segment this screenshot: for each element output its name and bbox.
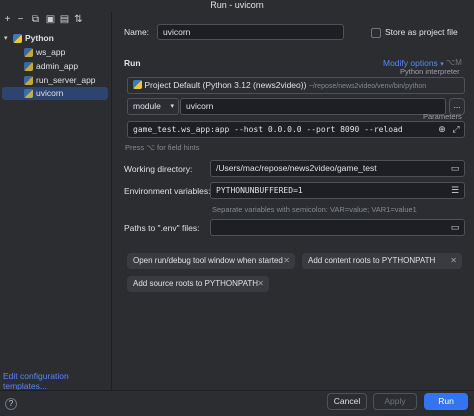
apply-button[interactable]: Apply [373, 393, 417, 410]
option-chip-source-roots[interactable]: Add source roots to PYTHONPATH ✕ [127, 276, 269, 292]
field-hints: Press ⌥ for field hints [125, 143, 200, 152]
env-input[interactable]: PYTHONUNBUFFERED=1 [210, 182, 465, 199]
interpreter-path: ~/repose/news2video/venv/bin/python [308, 83, 427, 90]
tree-item-label: ws_app [36, 47, 66, 57]
close-icon[interactable]: ✕ [450, 253, 457, 269]
chip-label: Open run/debug tool window when started [133, 256, 283, 265]
env-hint: Separate variables with semicolon: VAR=v… [212, 205, 417, 214]
save-config-icon[interactable]: ▣ [45, 14, 56, 25]
name-label: Name: [124, 27, 150, 37]
folder-icon[interactable]: ▭ [449, 162, 461, 174]
remove-icon[interactable]: − [15, 14, 26, 25]
chip-label: Add source roots to PYTHONPATH [133, 279, 259, 288]
store-as-project-checkbox[interactable] [371, 28, 381, 38]
python-run-icon [24, 89, 33, 98]
expand-icon[interactable]: ⤢ [450, 123, 462, 135]
dotenv-input[interactable] [210, 219, 465, 236]
python-icon [13, 34, 22, 43]
sidebar: + − ⧉ ▣ ▤ ⇅ ▾ Python ws_app admin_app ru… [0, 12, 112, 391]
close-icon[interactable]: ✕ [257, 276, 264, 292]
run-button[interactable]: Run [424, 393, 468, 410]
chevron-down-icon: ▾ [170, 103, 174, 110]
help-button[interactable]: ? [5, 398, 17, 410]
chevron-down-icon[interactable]: ▾ [4, 32, 13, 42]
module-select[interactable]: module ▾ [127, 98, 179, 115]
add-icon[interactable]: + [2, 14, 13, 25]
env-label: Environment variables: [124, 186, 211, 196]
module-input[interactable]: uvicorn [180, 98, 446, 115]
cancel-button[interactable]: Cancel [327, 393, 367, 410]
footer-divider [0, 390, 474, 391]
tree-item-uvicorn[interactable]: uvicorn [2, 87, 108, 100]
dotenv-label: Paths to ".env" files: [124, 223, 200, 233]
python-run-icon [24, 76, 33, 85]
python-icon [133, 80, 142, 89]
workdir-input[interactable]: /Users/mac/repose/news2video/game_test [210, 160, 465, 177]
edit-templates-link[interactable]: Edit configuration templates... [3, 371, 111, 391]
window-title: Run - uvicorn [210, 0, 264, 10]
interpreter-name: Project Default (Python 3.12 (news2video… [144, 80, 307, 90]
chip-label: Add content roots to PYTHONPATH [308, 256, 436, 265]
option-chip-content-roots[interactable]: Add content roots to PYTHONPATH ✕ [302, 253, 462, 269]
tree-item-label: uvicorn [36, 88, 64, 98]
interpreter-select[interactable]: Project Default (Python 3.12 (news2video… [127, 77, 465, 94]
module-select-label: module [133, 101, 161, 111]
tree-item-admin-app[interactable]: admin_app [2, 60, 108, 73]
modify-options-shortcut: ⌥M [446, 58, 462, 67]
tree-item-ws-app[interactable]: ws_app [2, 46, 108, 59]
option-chip-open-tool-window[interactable]: Open run/debug tool window when started … [127, 253, 295, 269]
folder-icon[interactable]: ▤ [59, 14, 70, 25]
close-icon[interactable]: ✕ [283, 253, 290, 269]
tree-group-python[interactable]: ▾ Python [2, 32, 108, 45]
folder-icon[interactable]: ▭ [449, 221, 461, 233]
tree-group-label: Python [25, 33, 54, 43]
name-input[interactable]: uvicorn [157, 24, 344, 40]
workdir-label: Working directory: [124, 164, 193, 174]
store-as-project-label: Store as project file [385, 27, 458, 37]
tree-item-label: run_server_app [36, 75, 96, 85]
list-icon[interactable]: ☰ [449, 184, 461, 196]
sort-icon[interactable]: ⇅ [73, 14, 84, 25]
python-run-icon [24, 48, 33, 57]
interpreter-caption: Python interpreter [400, 67, 460, 76]
parameters-input[interactable]: game_test.ws_app:app --host 0.0.0.0 --po… [127, 121, 465, 138]
add-macro-icon[interactable]: ⊕ [436, 123, 448, 135]
copy-icon[interactable]: ⧉ [30, 14, 41, 25]
tree-item-run-server-app[interactable]: run_server_app [2, 74, 108, 87]
tree-item-label: admin_app [36, 61, 79, 71]
run-heading: Run [124, 58, 141, 68]
python-run-icon [24, 62, 33, 71]
